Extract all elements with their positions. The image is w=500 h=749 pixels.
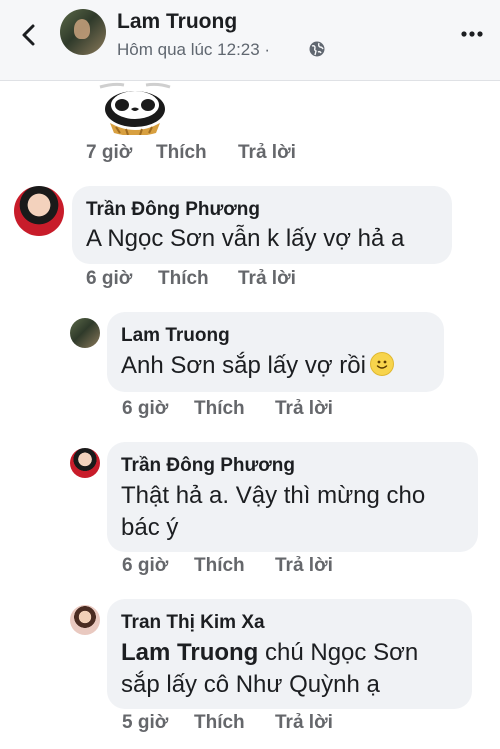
like-button[interactable]: Thích [194,398,275,420]
commenter-name[interactable]: Lam Truong [121,325,230,347]
comment-bubble: Lam Truong Anh Sơn sắp lấy vợ rồi [107,312,444,392]
comment-actions: 6 giờ Thích Trả lời [122,398,333,420]
comment-text-line-2: sắp lấy cô Như Quỳnh ạ [121,671,380,698]
commenter-avatar[interactable] [70,605,100,635]
more-options-button[interactable] [458,20,486,48]
comment-time: 7 giờ [86,142,133,163]
more-horizontal-icon [461,31,483,37]
reply-button[interactable]: Trả lời [238,142,296,164]
commenter-name[interactable]: Trần Đông Phương [86,199,260,221]
reply-button[interactable]: Trả lời [275,398,333,420]
comment-text: A Ngọc Sơn vẫn k lấy vợ hả a [86,225,405,252]
commenter-avatar[interactable] [14,186,64,236]
comment-time: 6 giờ [122,398,169,419]
chevron-left-icon [22,24,35,46]
comment-time: 5 giờ [122,712,169,733]
like-button[interactable]: Thích [194,712,275,734]
comment-text-line-1: Thật hả a. Vậy thì mừng cho [121,482,426,509]
comment-text-content: chú Ngọc Sơn [258,639,419,666]
comment-time: 6 giờ [122,555,169,576]
comment-bubble: Tran Thị Kim Xa Lam Truong chú Ngọc Sơn … [107,599,472,709]
comment-actions: 6 giờ Thích Trả lời [122,555,333,577]
globe-icon [309,41,325,57]
like-button[interactable]: Thích [158,268,238,290]
comment-actions: 7 giờ Thích Trả lời [86,142,296,164]
smile-emoji-icon [369,352,394,376]
comment-text: Anh Sơn sắp lấy vợ rồi [121,350,394,382]
mention-link[interactable]: Lam Truong [121,639,258,666]
poster-avatar[interactable] [60,9,106,55]
post-header: Lam Truong Hôm qua lúc 12:23 · [0,0,500,81]
comment-text-line-2: bác ý [121,514,179,541]
back-button[interactable] [14,20,44,50]
comment-text-line-1: Lam Truong chú Ngọc Sơn [121,637,418,669]
panda-sticker [99,82,171,135]
reply-button[interactable]: Trả lời [238,268,296,290]
comment-bubble: Trần Đông Phương A Ngọc Sơn vẫn k lấy vợ… [72,186,452,264]
like-button[interactable]: Thích [194,555,275,577]
post-timestamp[interactable]: Hôm qua lúc 12:23 · [117,40,270,60]
comment-actions: 6 giờ Thích Trả lời [86,268,296,290]
poster-name[interactable]: Lam Truong [117,10,237,34]
comment-actions: 5 giờ Thích Trả lời [122,712,333,734]
reply-button[interactable]: Trả lời [275,712,333,734]
reply-button[interactable]: Trả lời [275,555,333,577]
commenter-name[interactable]: Tran Thị Kim Xa [121,612,265,634]
comment-text-content: Anh Sơn sắp lấy vợ rồi [121,352,366,379]
commenter-avatar[interactable] [70,318,100,348]
comment-time: 6 giờ [86,268,133,289]
commenter-name[interactable]: Trần Đông Phương [121,455,295,477]
commenter-avatar[interactable] [70,448,100,478]
like-button[interactable]: Thích [156,142,238,164]
comment-bubble: Trần Đông Phương Thật hả a. Vậy thì mừng… [107,442,478,552]
